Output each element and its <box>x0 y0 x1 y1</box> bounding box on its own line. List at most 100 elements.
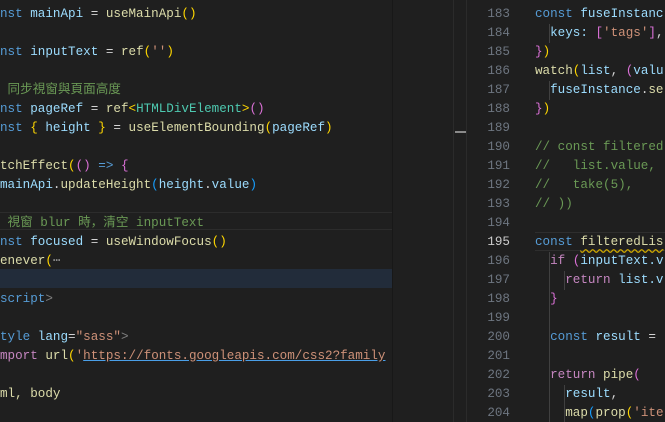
code-token: 'tags' <box>603 26 649 40</box>
code-token: https://fonts.googleapis.com/css2?family <box>83 349 386 363</box>
code-token: ) <box>542 102 551 116</box>
code-line[interactable]: 同步視窗與頁面高度 <box>0 81 121 100</box>
line-number: 203 <box>487 387 510 401</box>
code-token: height <box>158 178 205 192</box>
code-line[interactable]: 視窗 blur 時，清空 inputText <box>0 214 205 233</box>
code-token: useMainApi <box>105 7 182 21</box>
code-token: filteredLis <box>580 235 664 249</box>
code-line[interactable]: // const filtered <box>535 138 663 157</box>
code-line[interactable]: } <box>535 290 558 309</box>
code-line[interactable]: tyle lang="sass"> <box>0 328 129 347</box>
code-line[interactable]: const fuseInstanc <box>535 5 664 24</box>
right-editor-pane[interactable]: 183 184 185 186 187 188 189 190 191 192 193 194 195 1… <box>467 0 665 422</box>
code-token: return <box>535 368 604 382</box>
code-token: = <box>105 121 129 135</box>
code-token: > <box>45 292 53 306</box>
code-token: ref <box>120 45 144 59</box>
code-token: ] <box>648 26 656 40</box>
code-line[interactable]: // take(5), <box>535 176 633 195</box>
code-token: script <box>0 292 46 306</box>
code-line[interactable]: script> <box>0 290 53 309</box>
code-line[interactable]: if (inputText.v <box>535 252 664 271</box>
code-token: pipe <box>603 368 634 382</box>
code-token: useWindowFocus <box>105 235 212 249</box>
code-token: > <box>120 330 129 344</box>
code-token: .v <box>648 254 664 268</box>
line-number: 189 <box>487 121 510 135</box>
code-token: = <box>83 102 106 116</box>
code-token: [ <box>595 26 604 40</box>
line-number: 197 <box>487 273 510 287</box>
code-line[interactable]: mainApi.updateHeight(height.value) <box>0 176 257 195</box>
line-number: 198 <box>487 292 510 306</box>
code-line[interactable]: map(prop('ite <box>535 404 663 422</box>
code-token: , <box>610 387 619 401</box>
code-line[interactable]: nst { height } = useElementBounding(page… <box>0 119 333 138</box>
code-token: const <box>535 330 596 344</box>
code-line[interactable]: const filteredLis <box>535 233 664 252</box>
code-token: updateHeight <box>60 178 152 192</box>
code-line[interactable]: }) <box>535 100 550 119</box>
code-line[interactable]: mport url('https://fonts.googleapis.com/… <box>0 347 385 366</box>
code-token: prop <box>595 406 626 420</box>
code-line[interactable]: // )) <box>535 195 573 214</box>
code-token: inputText <box>580 254 649 268</box>
code-token: ( <box>68 159 76 173</box>
code-token: "sass" <box>75 330 121 344</box>
code-token: ⋯ <box>52 254 61 268</box>
code-line[interactable]: keys: ['tags'], <box>535 24 663 43</box>
left-editor-pane[interactable]: nst mainApi = useMainApi() nst inputText … <box>0 0 392 422</box>
code-line[interactable]: enever(⋯ <box>0 252 61 271</box>
code-token: watch <box>535 64 573 78</box>
code-token: ( <box>68 349 76 363</box>
code-token: enever <box>0 254 46 268</box>
code-token: result <box>535 387 611 401</box>
line-number: 202 <box>487 368 510 382</box>
code-token: () <box>181 7 197 21</box>
code-token: // take(5), <box>535 178 634 192</box>
code-line[interactable]: nst pageRef = ref<HTMLDivElement>() <box>0 100 265 119</box>
code-token: { <box>120 159 129 173</box>
code-line[interactable]: const result = <box>535 328 656 347</box>
code-token: nst <box>0 45 31 59</box>
code-token: () <box>211 235 227 249</box>
code-token: 視窗 blur 時，清空 inputText <box>0 216 205 230</box>
code-line[interactable]: nst focused = useWindowFocus() <box>0 233 227 252</box>
code-token: lang <box>37 330 69 344</box>
line-number: 191 <box>487 159 510 173</box>
line-number: 192 <box>487 178 510 192</box>
code-token: ) <box>249 178 258 192</box>
code-token: inputText <box>30 45 99 59</box>
code-line[interactable]: return pipe( <box>535 366 641 385</box>
code-token: => <box>90 159 121 173</box>
code-token: 同步視窗與頁面高度 <box>0 83 121 97</box>
overview-ruler-scrollbar[interactable] <box>453 0 467 422</box>
code-token: < <box>128 102 137 116</box>
minimap[interactable] <box>392 0 453 422</box>
scroll-position-marker[interactable] <box>455 131 466 133</box>
code-token: value <box>211 178 250 192</box>
code-line[interactable]: nst inputText = ref('') <box>0 43 174 62</box>
code-token: const <box>535 235 581 249</box>
code-line[interactable]: result, <box>535 385 618 404</box>
code-line[interactable]: // list.value, <box>535 157 656 176</box>
code-token: // const filtered <box>535 140 664 154</box>
code-line[interactable]: fuseInstance.se <box>535 81 664 100</box>
code-token: map <box>535 406 588 420</box>
code-line[interactable]: ml, body <box>0 385 60 404</box>
code-line[interactable]: nst mainApi = useMainApi() <box>0 5 197 24</box>
code-token: ( <box>633 368 641 382</box>
code-token: keys: <box>535 26 596 40</box>
code-token: height <box>37 121 99 135</box>
code-line[interactable]: tchEffect(() => { <box>0 157 129 176</box>
code-token: pageRef <box>272 121 326 135</box>
code-token: se <box>648 83 664 97</box>
code-token: } <box>535 292 558 306</box>
code-token: .v <box>648 273 664 287</box>
code-line[interactable]: }) <box>535 43 550 62</box>
code-token: ml, body <box>0 387 61 401</box>
code-line[interactable]: return list.v <box>535 271 664 290</box>
code-token: result <box>595 330 641 344</box>
line-number: 193 <box>487 197 510 211</box>
code-line[interactable]: watch(list, (valu <box>535 62 664 81</box>
